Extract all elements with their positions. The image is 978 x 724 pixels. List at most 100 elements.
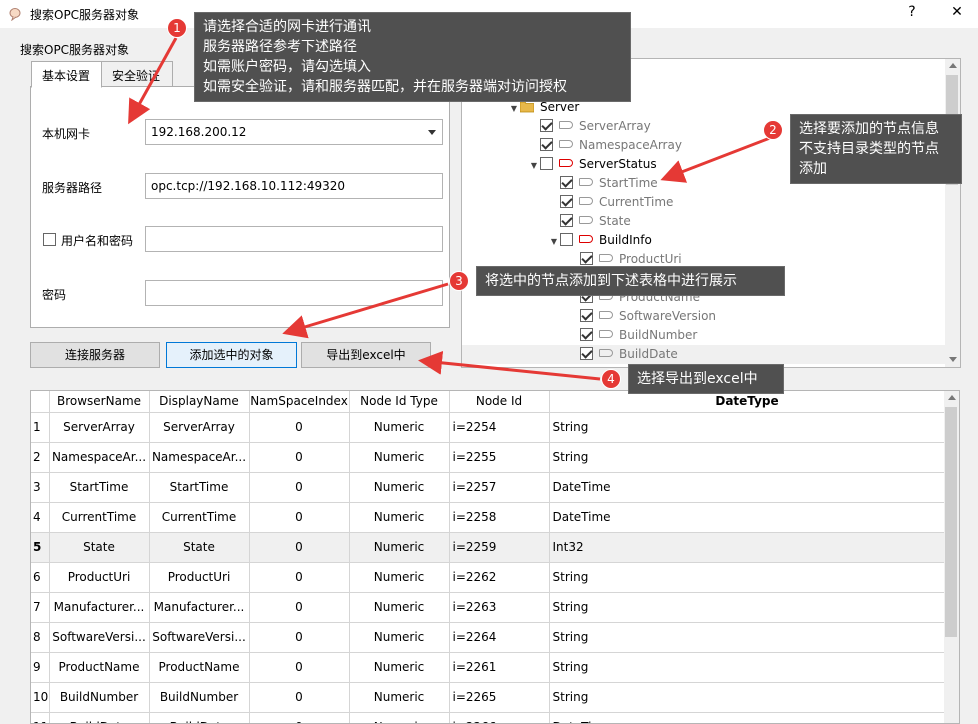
table-cell: 0 [249,712,350,723]
table-cell: State [149,532,250,563]
row-number[interactable]: 7 [31,592,50,623]
row-number[interactable]: 3 [31,472,50,503]
password-input[interactable] [145,280,443,306]
row-number[interactable]: 9 [31,652,50,683]
table-cell: Numeric [349,442,450,473]
username-input[interactable] [145,226,443,252]
col-namespaceindex[interactable]: NamSpaceIndex [249,391,350,413]
row-number[interactable]: 8 [31,622,50,653]
tree-node[interactable]: SoftwareVersion [462,307,946,326]
callout-4-line: 选择导出到excel中 [637,371,758,387]
tree-node[interactable]: BuildDate [462,345,946,364]
table-cell: ProductUri [49,562,150,593]
tree-expander-icon[interactable]: ▼ [528,156,540,175]
table-cell: String [549,652,946,683]
tree-node-label: NamespaceArray [579,138,682,152]
row-number[interactable]: 11 [31,712,50,723]
table-cell: DateTime [549,502,946,533]
scroll-up-icon[interactable] [949,63,957,68]
tree-node[interactable]: CurrentTime [462,193,946,212]
tree-scrollbar[interactable] [945,59,960,367]
table-row[interactable]: 5 State State 0 Numeric i=2259 Int32 [31,532,946,563]
tree-node-checkbox[interactable] [560,214,573,227]
tree-node-checkbox[interactable] [540,157,553,170]
group-label: 搜索OPC服务器对象 [20,43,130,57]
tab-basic-settings[interactable]: 基本设置 [31,61,102,88]
table-row[interactable]: 11BuildDateBuildDate0Numerici=2266DateTi… [31,712,946,723]
table-scrollbar[interactable] [944,391,959,723]
add-selected-button[interactable]: 添加选中的对象 [166,342,297,368]
tree-node-checkbox[interactable] [540,138,553,151]
chevron-down-icon[interactable] [428,130,436,135]
close-button[interactable]: ✕ [947,4,967,20]
tree-node-checkbox[interactable] [560,176,573,189]
row-number[interactable]: 5 [31,532,50,563]
callout-1-line: 如需安全验证，请和服务器匹配，并在服务器端对访问授权 [203,79,567,95]
table-cell: i=2261 [449,652,550,683]
nodes-grid: BrowserName DisplayName NamSpaceIndex No… [31,391,946,723]
userpass-label: 用户名和密码 [61,234,134,248]
tab-security[interactable]: 安全验证 [101,61,173,87]
row-number[interactable]: 1 [31,412,50,443]
userpass-checkbox[interactable] [43,233,56,246]
tree-node-checkbox[interactable] [580,328,593,341]
table-row[interactable]: 6 ProductUri ProductUri 0 Numeric i=2262 Strin… [31,562,946,593]
col-displayname[interactable]: DisplayName [149,391,250,413]
tree-node-checkbox[interactable] [580,347,593,360]
tree-expander-icon[interactable]: ▼ [548,232,560,251]
col-nodeidtype[interactable]: Node Id Type [349,391,450,413]
table-cell: Numeric [349,562,450,593]
tree-node-checkbox[interactable] [580,252,593,265]
table-cell: Numeric [349,532,450,563]
row-number[interactable]: 4 [31,502,50,533]
connect-server-button[interactable]: 连接服务器 [30,342,160,368]
row-number[interactable]: 2 [31,442,50,473]
tree-node-label: CurrentTime [599,195,674,209]
table-cell: i=2263 [449,592,550,623]
server-path-input[interactable]: opc.tcp://192.168.10.112:49320 [145,173,443,199]
tree-node-label: State [599,214,631,228]
callout-2-line: 不支持目录类型的节点 [799,141,939,157]
tree-node[interactable]: BuildNumber [462,326,946,345]
node-tree[interactable]: ▼RootObjects▼ServerServerArrayNamespaceA… [461,58,961,368]
help-button[interactable]: ? [902,4,922,20]
col-datetype[interactable]: DateType [549,391,946,413]
tree-node-checkbox[interactable] [580,309,593,322]
nic-combobox[interactable]: 192.168.200.12 [145,119,443,145]
scroll-down-icon[interactable] [949,357,957,362]
table-cell: Numeric [349,502,450,533]
col-browsername[interactable]: BrowserName [49,391,150,413]
table-cell: Numeric [349,652,450,683]
table-cell: ServerArray [49,412,150,443]
table-row[interactable]: 2 NamespaceAr... NamespaceAr... 0 Numeric i=2… [31,442,946,473]
callout-1-badge: 1 [167,18,187,38]
variable-icon [559,140,573,148]
path-label: 服务器路径 [42,181,103,195]
table-cell: i=2255 [449,442,550,473]
table-row[interactable]: 10 BuildNumber BuildNumber 0 Numeric i=2265 St… [31,682,946,713]
table-scroll-thumb[interactable] [945,407,957,637]
table-row[interactable]: 1 ServerArray ServerArray 0 Numeric i=2254 Str… [31,412,946,443]
nic-value: 192.168.200.12 [151,125,247,139]
table-row[interactable]: 8 SoftwareVersi... SoftwareVersi... 0 Numeri… [31,622,946,653]
row-number[interactable]: 6 [31,562,50,593]
callout-1-line: 请选择合适的网卡进行通讯 [203,19,371,35]
tree-node[interactable]: State [462,212,946,231]
table-cell: Numeric [349,682,450,713]
table-row[interactable]: 7 Manufacturer... Manufacturer... 0 Numeric i… [31,592,946,623]
table-row[interactable]: 4 CurrentTime CurrentTime 0 Numeric i=2258 Dat… [31,502,946,533]
row-number[interactable]: 10 [31,682,50,713]
table-row[interactable]: 3 StartTime StartTime 0 Numeric i=2257 DateTim… [31,472,946,503]
nodes-table[interactable]: BrowserName DisplayName NamSpaceIndex No… [30,390,960,724]
scroll-up-icon[interactable] [948,395,956,400]
tree-node-checkbox[interactable] [540,119,553,132]
table-cell: i=2266 [449,712,550,723]
tree-node[interactable]: ▼ BuildInfo [462,231,946,250]
tree-node-checkbox[interactable] [560,233,573,246]
col-nodeid[interactable]: Node Id [449,391,550,413]
export-excel-button[interactable]: 导出到excel中 [301,342,431,368]
tree-node-checkbox[interactable] [560,195,573,208]
callout-3-line: 将选中的节点添加到下述表格中进行展示 [485,273,737,289]
table-cell: String [549,682,946,713]
table-row[interactable]: 9 ProductName ProductName 0 Numeric i=2261 Str… [31,652,946,683]
